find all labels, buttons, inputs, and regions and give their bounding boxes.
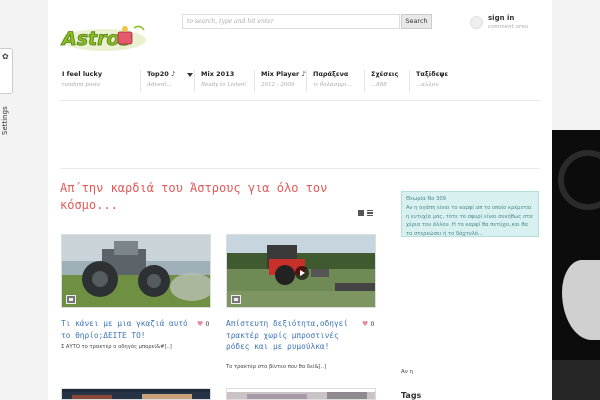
nav-sublabel: τι θολάσμρι...	[313, 82, 352, 88]
search-input[interactable]: to search, type and hit enter	[182, 14, 400, 29]
nav-label: Mix Player ♪	[261, 70, 306, 78]
divider	[60, 168, 540, 169]
heart-icon: ♥	[362, 320, 369, 328]
nav-item-i-feel-lucky[interactable]: I feel lucky random posts	[56, 70, 102, 92]
nav-sublabel: Ready to Listen!	[201, 82, 247, 88]
nav-item-top20[interactable]: Top20 ♪ Advent...	[140, 70, 175, 92]
post-title-link[interactable]: Απίστευτη δεξιότητα,οδηγεί τρακτέρ χωρίς…	[226, 318, 356, 353]
sign-in-subtitle: comment area	[488, 24, 529, 30]
nav-item-taxidepse[interactable]: Ταξίδεψε ...αλλου	[409, 70, 448, 92]
post-thumbnail[interactable]	[226, 388, 376, 400]
chevron-down-icon[interactable]	[187, 73, 193, 77]
site-logo[interactable]: Astros	[60, 20, 146, 54]
nav-item-mix-2013[interactable]: Mix 2013 Ready to Listen!	[194, 70, 247, 92]
nav-sublabel: Advent...	[147, 82, 172, 88]
tractor-image	[62, 235, 210, 307]
nav-item-scheseis[interactable]: Σχέσεις ...888	[364, 70, 398, 92]
quote-title: Θεωρία Νο 309	[406, 196, 446, 202]
like-counter[interactable]: ♥ 0	[362, 320, 375, 328]
nav-item-paraxena[interactable]: Παράξενα τι θολάσμρι...	[306, 70, 352, 92]
quote-widget: Θεωρία Νο 309 Αν η αγάπη είναι το καρφί …	[401, 191, 539, 237]
nav-sublabel: ...αλλου	[416, 82, 439, 88]
settings-tab[interactable]: ✿ Settings	[0, 48, 13, 135]
search-button[interactable]: Search	[401, 14, 432, 29]
post-thumbnail[interactable]	[226, 234, 376, 308]
grid-view-icon[interactable]	[358, 210, 364, 216]
post-image	[227, 392, 375, 399]
nav-label: Παράξενα	[313, 70, 349, 78]
sidebar-text: Αν η	[401, 369, 414, 375]
video-format-icon	[66, 295, 76, 304]
post-excerpt: Σ ΑΥΤΟ το τρακτέρ ο οδηγός μπορεί&#[..]	[61, 344, 172, 350]
play-icon[interactable]	[295, 266, 309, 280]
post-thumbnail[interactable]	[61, 388, 211, 400]
nav-sublabel: 2012 - 2009	[261, 82, 295, 88]
list-view-icon[interactable]	[367, 210, 373, 216]
quote-body: Αν η αγάπη είναι το καρφί απ το οποίο κρ…	[406, 205, 533, 237]
divider	[60, 100, 540, 101]
nav-label: Top20 ♪	[147, 70, 176, 78]
video-format-icon	[231, 295, 241, 304]
like-count: 0	[205, 320, 210, 328]
user-icon	[470, 16, 483, 29]
nav-label: Σχέσεις	[371, 70, 399, 78]
post-thumbnail[interactable]	[61, 234, 211, 308]
page-title: Απ΄την καρδιά του Άστρους για όλο τον κό…	[60, 181, 328, 212]
like-count: 0	[370, 320, 375, 328]
nav-item-mix-player[interactable]: Mix Player ♪ 2012 - 2009	[254, 70, 306, 92]
sign-in-link[interactable]: sign in	[488, 14, 514, 22]
post-title-link[interactable]: Τι κάνει με μια γκαζιά αυτό το θηρίο;ΔΕΙ…	[61, 318, 191, 341]
settings-label: Settings	[1, 106, 9, 135]
page-background-right	[552, 0, 600, 400]
main-nav: I feel lucky random posts Top20 ♪ Advent…	[56, 70, 486, 94]
nav-label: Mix 2013	[201, 70, 235, 78]
nav-sublabel: ...888	[371, 82, 387, 88]
post-excerpt: Το τρακτέρ στο βίντεο που θα δεί&[..]	[226, 364, 327, 370]
gear-icon: ✿	[2, 52, 9, 61]
nav-label: I feel lucky	[62, 70, 103, 78]
nav-label: Ταξίδεψε	[416, 70, 449, 78]
like-counter[interactable]: ♥ 0	[197, 320, 210, 328]
page-panel: Astros to search, type and hit enter Sea…	[48, 0, 552, 400]
post-image	[62, 392, 210, 399]
nav-sublabel: random posts	[62, 82, 100, 88]
heart-icon: ♥	[197, 320, 204, 328]
tags-heading: Tags	[401, 391, 422, 400]
